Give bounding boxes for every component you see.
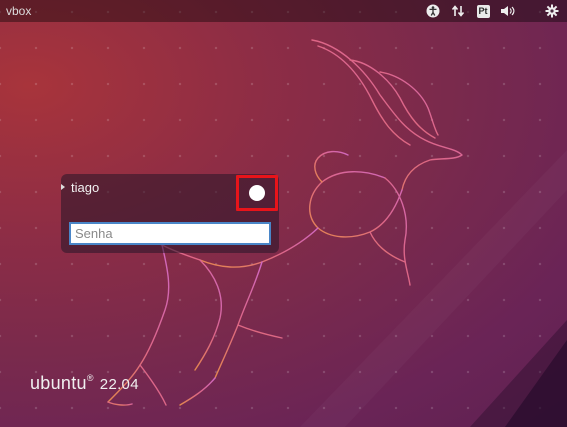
- network-arrows-icon[interactable]: [449, 2, 467, 20]
- indicator-area: Pt: [417, 0, 567, 22]
- session-circle-icon: [249, 185, 265, 201]
- password-input[interactable]: [69, 222, 271, 245]
- username-label: tiago: [71, 180, 100, 195]
- keyboard-layout-label: Pt: [476, 4, 490, 18]
- active-user-arrow-icon: [61, 184, 65, 190]
- session-selector-button[interactable]: [236, 175, 278, 211]
- accessibility-icon[interactable]: [424, 2, 442, 20]
- user-row[interactable]: tiago: [61, 174, 279, 214]
- registered-mark: ®: [86, 373, 94, 383]
- brand-name: ubuntu: [30, 373, 87, 393]
- keyboard-layout-indicator[interactable]: Pt: [474, 2, 492, 20]
- volume-icon[interactable]: [499, 2, 517, 20]
- ubuntu-branding: ubuntu ® 22.04: [30, 373, 139, 394]
- hostname-label: vbox: [6, 4, 32, 18]
- version-label: 22.04: [99, 376, 139, 393]
- login-box: tiago: [61, 174, 279, 253]
- gear-icon[interactable]: [543, 2, 561, 20]
- top-panel: vbox Pt: [0, 0, 567, 22]
